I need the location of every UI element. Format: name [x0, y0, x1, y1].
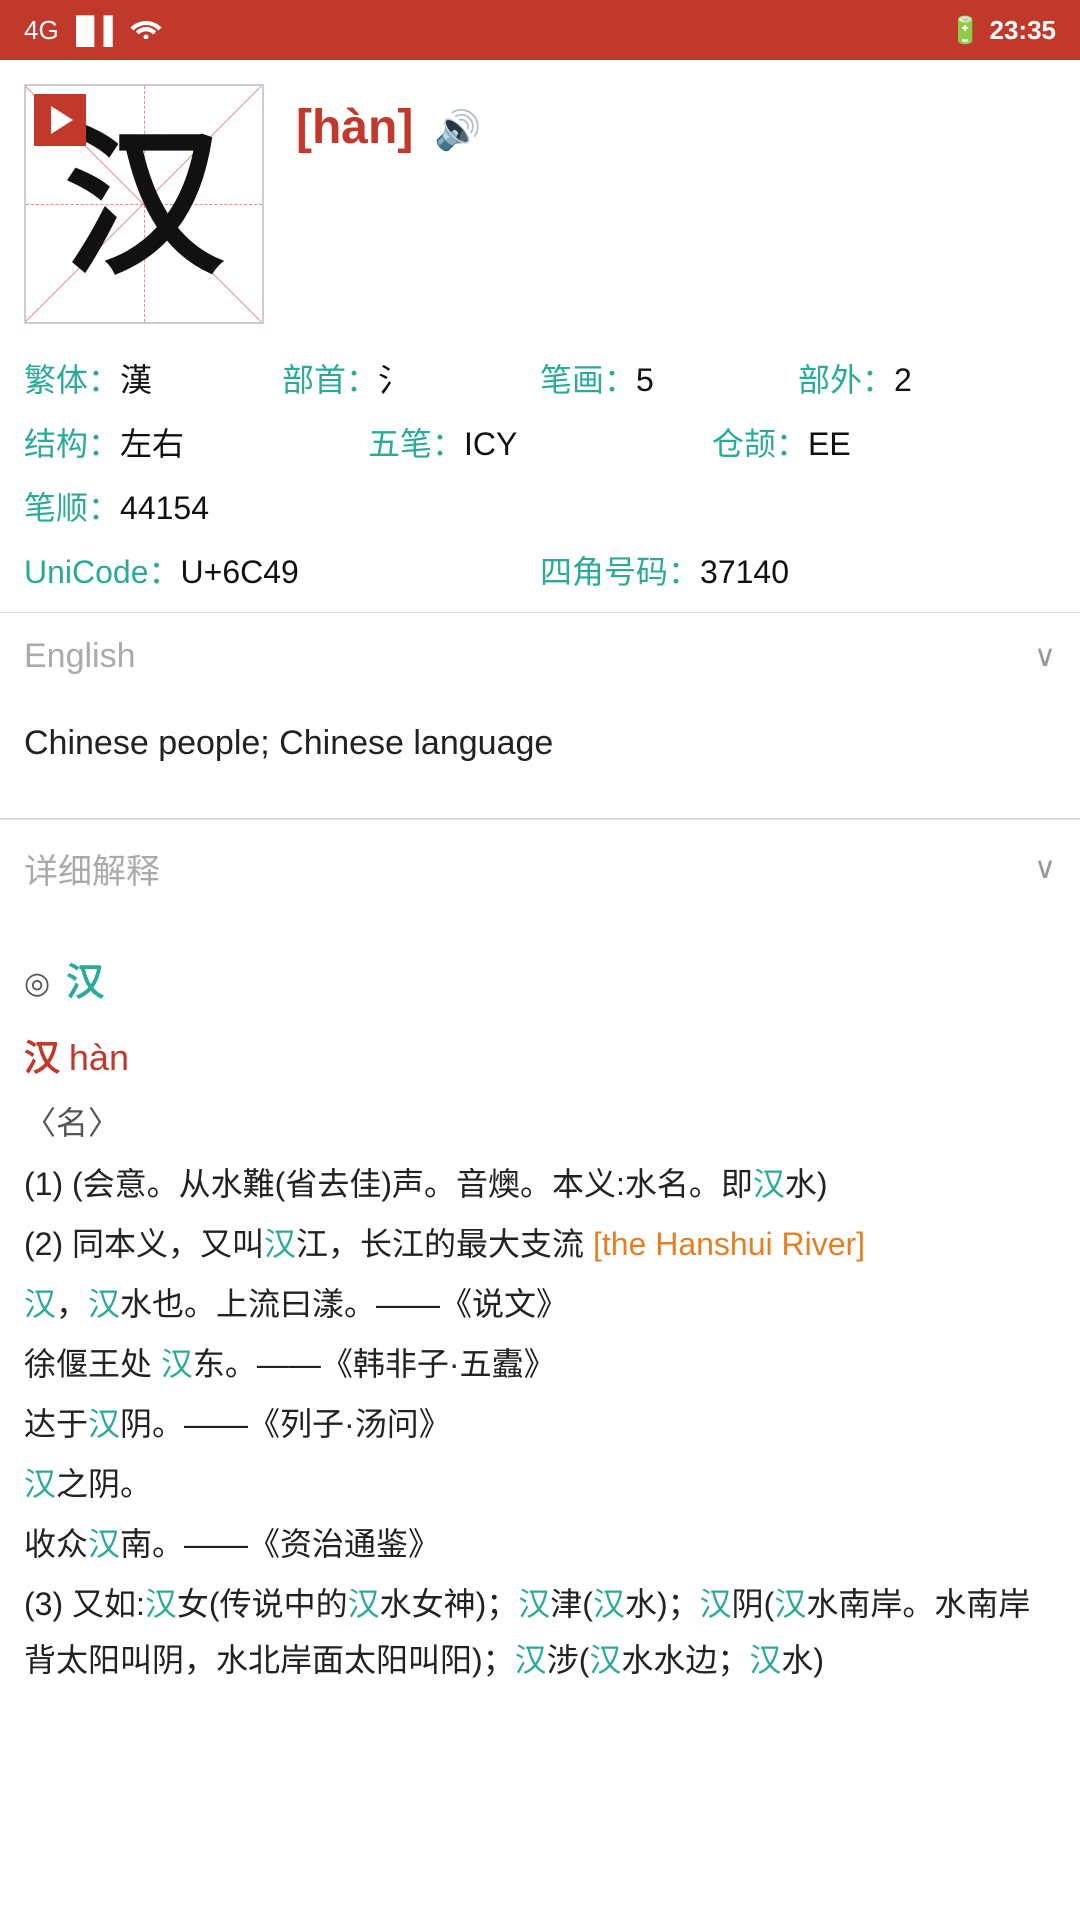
cell-traditional: 繁体： 漢	[24, 348, 282, 412]
english-content: Chinese people; Chinese language	[0, 700, 1080, 818]
link-han-2[interactable]: 汉	[264, 1226, 296, 1262]
link-han-4[interactable]: 汉	[88, 1286, 120, 1322]
cell-strokes: 笔画： 5	[540, 348, 798, 412]
play-icon	[51, 106, 73, 134]
quote-5: 收众汉南。——《资治通鉴》	[24, 1516, 1056, 1572]
link-han-11[interactable]: 汉	[518, 1586, 550, 1622]
link-han-8[interactable]: 汉	[88, 1526, 120, 1562]
value-bishun: 44154	[120, 476, 209, 540]
info-row-4: UniCode： U+6C49 四角号码： 37140	[24, 540, 1056, 604]
pos-line: 〈名〉	[24, 1095, 1056, 1153]
link-han-13[interactable]: 汉	[700, 1586, 732, 1622]
link-han-1[interactable]: 汉	[753, 1166, 785, 1202]
cell-unicode: UniCode： U+6C49	[24, 540, 540, 604]
entry-char-link[interactable]: 汉	[66, 949, 104, 1017]
detail-section-title: 详细解释	[24, 844, 160, 893]
label-cangjie: 仓颉：	[712, 412, 808, 476]
label-unicode: UniCode：	[24, 540, 181, 604]
value-strokes: 5	[636, 348, 654, 412]
quote-4: 汉之阴。	[24, 1456, 1056, 1512]
cell-wubi: 五笔： ICY	[368, 412, 712, 476]
link-han-10[interactable]: 汉	[348, 1586, 380, 1622]
signal-icon: ▐▌▌	[67, 15, 122, 46]
network-indicator: 4G	[24, 15, 59, 46]
label-structure: 结构：	[24, 412, 120, 476]
character-box: 汉	[24, 84, 264, 324]
cell-strokes-extra: 部外： 2	[798, 348, 1056, 412]
pinyin-text: [hàn]	[296, 101, 413, 154]
label-wubi: 五笔：	[368, 412, 464, 476]
link-han-17[interactable]: 汉	[749, 1642, 781, 1678]
status-right: 🔋 23:35	[949, 15, 1056, 46]
value-cangjie: EE	[808, 412, 851, 476]
para-1: (1) (会意。从水難(省去佳)声。音燠。本义:水名。即汉水)	[24, 1156, 1056, 1212]
label-bishun: 笔顺：	[24, 476, 120, 540]
info-grid: 繁体： 漢 部首： 氵 笔画： 5 部外： 2 结构： 左右 五笔： ICY 仓…	[0, 340, 1080, 612]
label-strokes-extra: 部外：	[798, 348, 894, 412]
link-han-14[interactable]: 汉	[774, 1586, 806, 1622]
header-area: 汉 [hàn] 🔊	[0, 60, 1080, 340]
info-row-2: 结构： 左右 五笔： ICY 仓颉： EE	[24, 412, 1056, 476]
link-han-15[interactable]: 汉	[515, 1642, 547, 1678]
entry-heading: ◎ 汉	[24, 949, 1056, 1017]
value-traditional: 漢	[120, 348, 152, 412]
link-han-5[interactable]: 汉	[161, 1346, 193, 1382]
time-display: 23:35	[990, 15, 1057, 46]
cell-radical: 部首： 氵	[282, 348, 540, 412]
cell-bishun: 笔顺： 44154	[24, 476, 1056, 540]
char-pinyin-big: hàn	[69, 1037, 129, 1078]
battery-icon: 🔋	[949, 15, 981, 46]
pinyin-area: [hàn] 🔊	[296, 84, 1056, 155]
play-button[interactable]	[34, 94, 86, 146]
cell-sijiao: 四角号码： 37140	[540, 540, 1056, 604]
status-left: 4G ▐▌▌	[24, 15, 162, 46]
circle-icon: ◎	[24, 957, 50, 1011]
link-han-7[interactable]: 汉	[24, 1466, 56, 1502]
detail-section-header[interactable]: 详细解释 ∨	[0, 819, 1080, 917]
hanshui-link[interactable]: [the Hanshui River]	[593, 1226, 865, 1262]
cell-cangjie: 仓颉： EE	[712, 412, 1056, 476]
label-traditional: 繁体：	[24, 348, 120, 412]
main-content: ◎ 汉 汉 hàn 〈名〉 (1) (会意。从水難(省去佳)声。音燠。本义:水名…	[0, 917, 1080, 1740]
value-unicode: U+6C49	[181, 540, 299, 604]
quote-2: 徐偃王处 汉东。——《韩非子·五蠹》	[24, 1336, 1056, 1392]
label-radical: 部首：	[282, 348, 378, 412]
info-row-1: 繁体： 漢 部首： 氵 笔画： 5 部外： 2	[24, 348, 1056, 412]
link-han-3[interactable]: 汉	[24, 1286, 56, 1322]
info-row-3: 笔顺： 44154	[24, 476, 1056, 540]
link-han-9[interactable]: 汉	[145, 1586, 177, 1622]
para-2: (2) 同本义，又叫汉江，长江的最大支流 [the Hanshui River]	[24, 1216, 1056, 1272]
english-section-header[interactable]: English ∨	[0, 612, 1080, 700]
quote-3: 达于汉阴。——《列子·汤问》	[24, 1396, 1056, 1452]
value-structure: 左右	[120, 412, 184, 476]
character-display: 汉	[64, 124, 224, 284]
link-han-6[interactable]: 汉	[88, 1406, 120, 1442]
char-pinyin-line: 汉 hàn	[24, 1026, 1056, 1091]
quote-1: 汉，汉水也。上流曰漾。——《说文》	[24, 1276, 1056, 1332]
char-big: 汉	[24, 1037, 60, 1078]
detail-chevron-icon: ∨	[1034, 851, 1056, 886]
english-section-title: English	[24, 637, 136, 676]
value-radical: 氵	[378, 348, 410, 412]
sound-icon[interactable]: 🔊	[434, 109, 481, 153]
value-sijiao: 37140	[700, 540, 789, 604]
label-sijiao: 四角号码：	[540, 540, 700, 604]
label-strokes: 笔画：	[540, 348, 636, 412]
english-chevron-icon: ∨	[1034, 639, 1056, 674]
value-strokes-extra: 2	[894, 348, 912, 412]
wifi-icon	[130, 15, 162, 46]
link-han-16[interactable]: 汉	[589, 1642, 621, 1678]
cell-structure: 结构： 左右	[24, 412, 368, 476]
link-han-12[interactable]: 汉	[593, 1586, 625, 1622]
value-wubi: ICY	[464, 412, 517, 476]
pos-label: 〈名〉	[24, 1105, 120, 1141]
detail-section: 详细解释 ∨	[0, 818, 1080, 917]
english-text: Chinese people; Chinese language	[24, 724, 553, 762]
para-3: (3) 又如:汉女(传说中的汉水女神)；汉津(汉水)；汉阴(汉水南岸。水南岸背太…	[24, 1576, 1056, 1688]
status-bar: 4G ▐▌▌ 🔋 23:35	[0, 0, 1080, 60]
